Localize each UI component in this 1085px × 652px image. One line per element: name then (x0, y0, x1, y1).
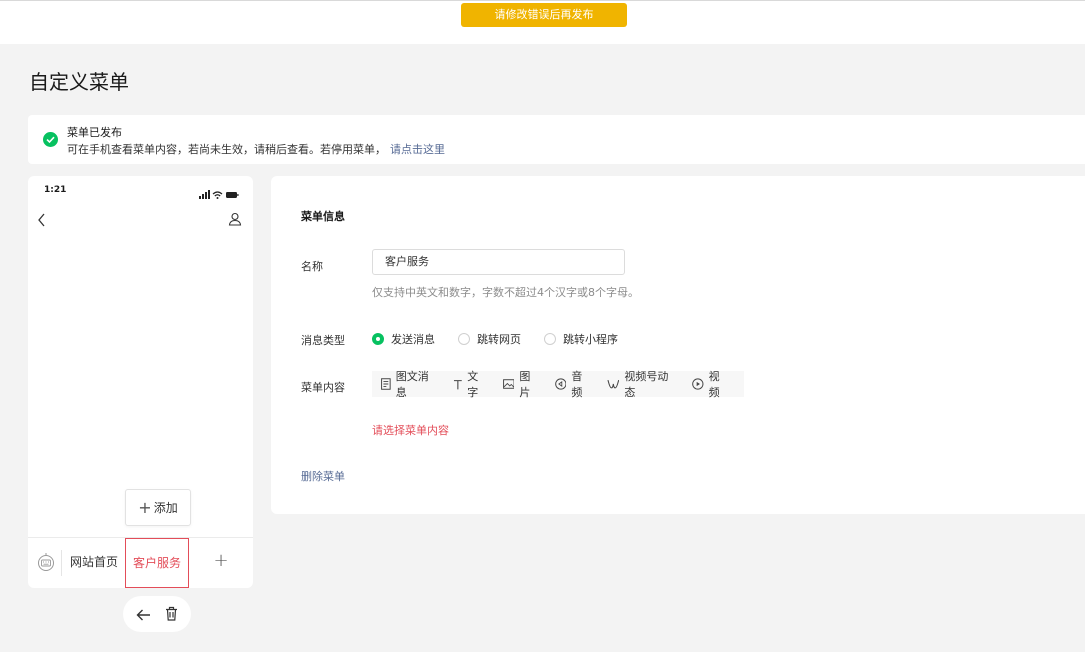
content-type-label: 图片 (519, 370, 531, 399)
radio-jump-miniprogram[interactable]: 跳转小程序 (544, 331, 618, 347)
trash-icon[interactable] (165, 606, 178, 625)
notice-description-text: 可在手机查看菜单内容，若尚未生效，请稍后查看。若停用菜单， (67, 143, 386, 156)
channels-icon (607, 379, 619, 389)
publish-error-banner: 请修改错误后再发布 (461, 3, 627, 27)
menu-divider (61, 550, 62, 576)
panel-title: 菜单信息 (301, 210, 345, 223)
menu-action-pill (123, 596, 191, 632)
name-label: 名称 (301, 260, 323, 273)
content-type-image[interactable]: 图片 (502, 368, 541, 400)
menu-content-label: 菜单内容 (301, 381, 345, 394)
publish-notice: 菜单已发布 可在手机查看菜单内容，若尚未生效，请稍后查看。若停用菜单， 请点击这里 (28, 115, 1085, 164)
add-menu-button[interactable]: + (189, 538, 253, 588)
content-type-text[interactable]: 文字 (453, 368, 489, 400)
notice-title: 菜单已发布 (67, 126, 122, 139)
plus-icon: + (138, 498, 152, 517)
phone-user-icon[interactable] (228, 211, 242, 230)
add-submenu-button[interactable]: + 添加 (125, 489, 191, 526)
radio-jump-webpage[interactable]: 跳转网页 (458, 331, 521, 347)
phone-status-icons (199, 185, 239, 199)
content-type-channels-post[interactable]: 视频号动态 (607, 368, 678, 400)
content-type-label: 视频号动态 (624, 370, 669, 399)
content-type-label: 图文消息 (395, 370, 429, 399)
radio-send-message[interactable]: 发送消息 (372, 331, 435, 347)
content-type-video[interactable]: 视频 (692, 368, 730, 400)
radio-label: 发送消息 (391, 333, 435, 346)
phone-back-icon[interactable] (37, 212, 46, 231)
success-check-icon (43, 132, 58, 147)
image-icon (502, 379, 515, 389)
radio-selected-icon (372, 333, 384, 345)
audio-icon (554, 378, 567, 390)
phone-time: 1:21 (44, 185, 67, 195)
content-type-tabs: 图文消息 文字 图片 音频 视频号动态 视频 (372, 368, 744, 400)
message-type-label: 消息类型 (301, 334, 345, 347)
content-type-label: 视频 (708, 370, 720, 399)
video-icon (692, 378, 704, 390)
page-title: 自定义菜单 (29, 70, 129, 94)
article-icon (381, 378, 391, 390)
radio-label: 跳转网页 (477, 333, 521, 346)
add-submenu-label: 添加 (153, 501, 178, 515)
radio-label: 跳转小程序 (563, 333, 618, 346)
name-hint: 仅支持中英文和数字，字数不超过4个汉字或8个字母。 (372, 286, 639, 299)
top-bar: 请修改错误后再发布 (0, 0, 1085, 44)
content-type-audio[interactable]: 音频 (554, 368, 593, 400)
keyboard-icon[interactable] (37, 552, 55, 576)
text-icon (453, 379, 462, 389)
phone-menu-bar: 网站首页 客户服务 + (28, 537, 253, 588)
phone-preview: 1:21 (28, 176, 253, 588)
delete-menu-link[interactable]: 删除菜单 (301, 468, 345, 484)
radio-unselected-icon (458, 333, 470, 345)
menu-item-customer-service[interactable]: 客户服务 (125, 538, 189, 588)
menu-info-panel: 菜单信息 名称 客户服务 仅支持中英文和数字，字数不超过4个汉字或8个字母。 消… (271, 176, 1085, 514)
disable-menu-link[interactable]: 请点击这里 (390, 143, 445, 156)
content-error-message: 请选择菜单内容 (372, 424, 449, 437)
notice-description: 可在手机查看菜单内容，若尚未生效，请稍后查看。若停用菜单， 请点击这里 (67, 141, 445, 157)
radio-unselected-icon (544, 333, 556, 345)
content-type-label: 文字 (467, 370, 479, 399)
move-left-icon[interactable] (136, 607, 151, 626)
content-type-label: 音频 (571, 370, 583, 399)
content-type-article[interactable]: 图文消息 (381, 368, 439, 400)
menu-item-home[interactable]: 网站首页 (63, 538, 125, 588)
menu-name-input[interactable]: 客户服务 (372, 249, 625, 275)
